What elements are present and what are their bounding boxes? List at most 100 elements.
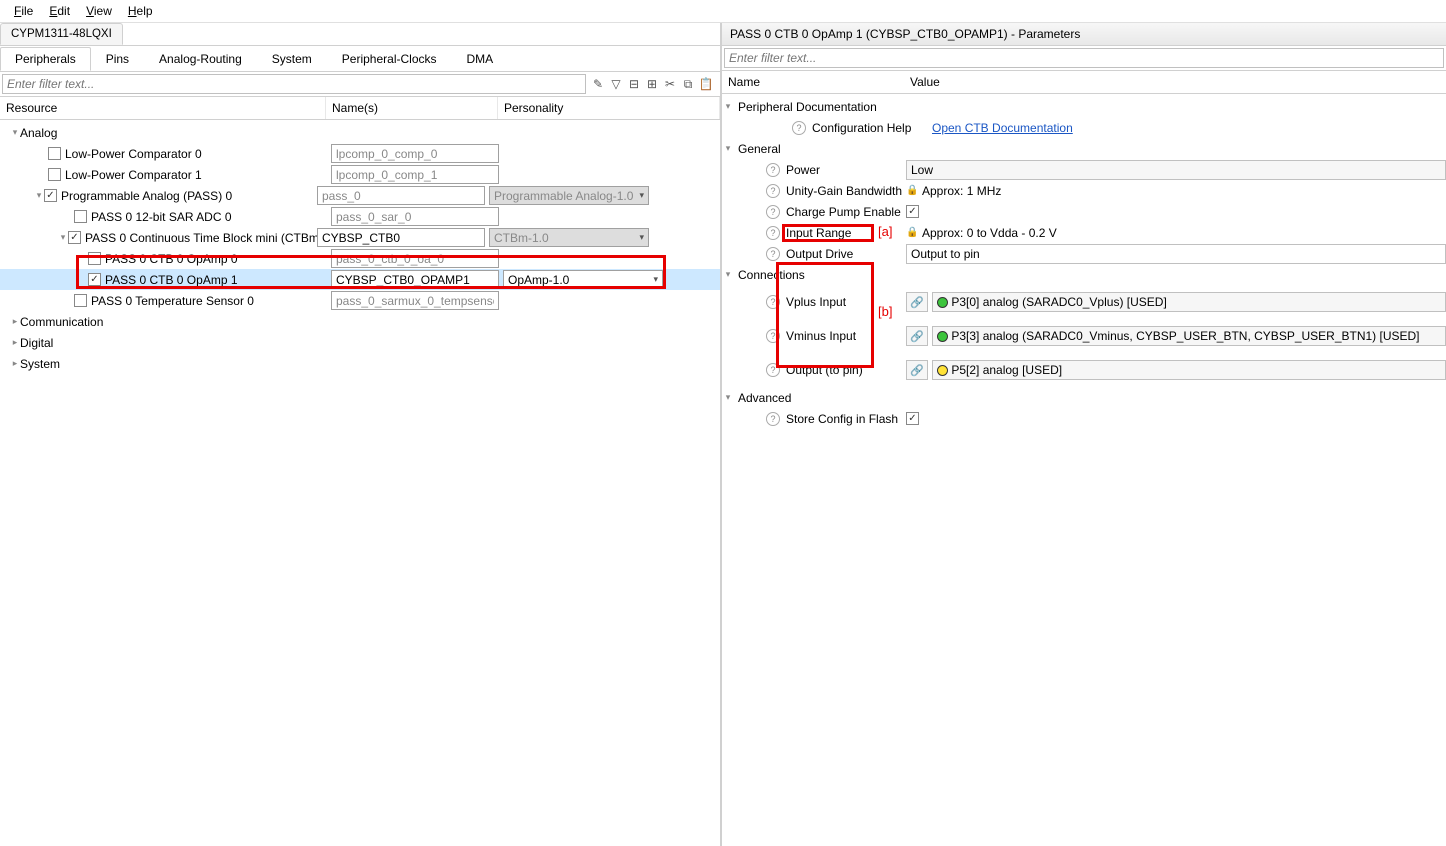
col-param-name[interactable]: Name — [722, 71, 904, 93]
help-icon[interactable]: ? — [766, 163, 780, 177]
help-icon[interactable]: ? — [766, 205, 780, 219]
name-temp[interactable] — [331, 291, 499, 310]
row-storeflash: ? Store Config in Flash — [722, 408, 1446, 429]
name-op1[interactable] — [331, 270, 499, 289]
tab-dma[interactable]: DMA — [452, 47, 509, 71]
pers-pass[interactable]: Programmable Analog-1.0▾ — [489, 186, 649, 205]
col-personality[interactable]: Personality — [498, 97, 720, 119]
lock-icon: 🔒 — [906, 227, 918, 238]
tree-comm[interactable]: ▸Communication — [0, 311, 720, 332]
group-pdoc[interactable]: ▾Peripheral Documentation — [722, 96, 1446, 117]
tree-system[interactable]: ▸System — [0, 353, 720, 374]
status-dot-yellow — [937, 365, 948, 376]
name-lpcomp0[interactable] — [331, 144, 499, 163]
device-tabbar: CYPM1311-48LQXI — [0, 23, 720, 46]
copy-icon[interactable]: ⧉ — [680, 77, 696, 92]
row-chgpump: ? Charge Pump Enable — [722, 201, 1446, 222]
storeflash-checkbox[interactable] — [906, 412, 919, 425]
menu-view[interactable]: View — [78, 2, 120, 20]
params-title: PASS 0 CTB 0 OpAmp 1 (CYBSP_CTB0_OPAMP1)… — [722, 23, 1446, 46]
params-header: Name Value — [722, 71, 1446, 94]
grid-header: Resource Name(s) Personality — [0, 97, 720, 120]
tree-temp[interactable]: PASS 0 Temperature Sensor 0 — [0, 290, 720, 311]
link-icon[interactable]: 🔗 — [906, 360, 928, 380]
checkbox[interactable] — [44, 189, 57, 202]
row-outpin: ? Output (to pin) 🔗 P5[2] analog [USED] — [722, 353, 1446, 387]
row-vplus: ? Vplus Input 🔗 P3[0] analog (SARADC0_Vp… — [722, 285, 1446, 319]
device-tab[interactable]: CYPM1311-48LQXI — [0, 23, 123, 45]
tree-lpcomp0[interactable]: Low-Power Comparator 0 — [0, 143, 720, 164]
subtab-strip: Peripherals Pins Analog-Routing System P… — [0, 46, 720, 72]
outpin-value[interactable]: P5[2] analog [USED] — [932, 360, 1446, 380]
checkbox[interactable] — [68, 231, 81, 244]
edit-icon[interactable]: ✎ — [590, 77, 606, 92]
help-icon[interactable]: ? — [792, 121, 806, 135]
tab-system[interactable]: System — [257, 47, 327, 71]
params-body: ▾Peripheral Documentation ? Configuratio… — [722, 94, 1446, 431]
tree-digital[interactable]: ▸Digital — [0, 332, 720, 353]
tree-pass[interactable]: ▾ Programmable Analog (PASS) 0 Programma… — [0, 185, 720, 206]
tab-analog-routing[interactable]: Analog-Routing — [144, 47, 257, 71]
chgpump-checkbox[interactable] — [906, 205, 919, 218]
tab-pins[interactable]: Pins — [91, 47, 144, 71]
checkbox[interactable] — [74, 210, 87, 223]
checkbox[interactable] — [48, 168, 61, 181]
group-connections[interactable]: ▾Connections — [722, 264, 1446, 285]
vplus-value[interactable]: P3[0] analog (SARADC0_Vplus) [USED] — [932, 292, 1446, 312]
name-ctbm[interactable] — [317, 228, 485, 247]
checkbox[interactable] — [88, 252, 101, 265]
filter-icon[interactable]: ▽ — [608, 77, 624, 92]
tree-sar[interactable]: PASS 0 12-bit SAR ADC 0 — [0, 206, 720, 227]
menu-file[interactable]: FFileile — [6, 2, 41, 20]
col-resource[interactable]: Resource — [0, 97, 326, 119]
menu-edit[interactable]: Edit — [41, 2, 78, 20]
tree-op0[interactable]: PASS 0 CTB 0 OpAmp 0 — [0, 248, 720, 269]
col-param-value[interactable]: Value — [904, 71, 1446, 93]
paste-icon[interactable]: 📋 — [698, 77, 714, 92]
lock-icon: 🔒 — [906, 185, 918, 196]
checkbox[interactable] — [74, 294, 87, 307]
name-sar[interactable] — [331, 207, 499, 226]
cut-icon[interactable]: ✂ — [662, 77, 678, 92]
name-pass[interactable] — [317, 186, 485, 205]
name-op0[interactable] — [331, 249, 499, 268]
power-value[interactable]: Low — [906, 160, 1446, 180]
tab-peripherals[interactable]: Peripherals — [0, 47, 91, 71]
tree-body: ▾Analog Low-Power Comparator 0 Low-Power… — [0, 120, 720, 376]
pers-op1[interactable]: OpAmp-1.0▾ — [503, 270, 663, 289]
group-advanced[interactable]: ▾Advanced — [722, 387, 1446, 408]
expand-icon[interactable]: ⊞ — [644, 77, 660, 92]
link-icon[interactable]: 🔗 — [906, 292, 928, 312]
help-icon[interactable]: ? — [766, 412, 780, 426]
params-filter — [722, 46, 1446, 71]
menu-help[interactable]: Help — [120, 2, 161, 20]
open-ctb-doc-link[interactable]: Open CTB Documentation — [932, 121, 1073, 135]
tree-lpcomp1[interactable]: Low-Power Comparator 1 — [0, 164, 720, 185]
tree-analog[interactable]: ▾Analog — [0, 122, 720, 143]
help-icon[interactable]: ? — [766, 295, 780, 309]
inrange-value: Approx: 0 to Vdda - 0.2 V — [922, 226, 1057, 240]
link-icon[interactable]: 🔗 — [906, 326, 928, 346]
name-lpcomp1[interactable] — [331, 165, 499, 184]
params-filter-input[interactable] — [724, 48, 1444, 68]
tree-op1[interactable]: PASS 0 CTB 0 OpAmp 1 OpAmp-1.0▾ — [0, 269, 720, 290]
help-icon[interactable]: ? — [766, 226, 780, 240]
tab-peripheral-clocks[interactable]: Peripheral-Clocks — [327, 47, 452, 71]
ugbw-value: Approx: 1 MHz — [922, 184, 1001, 198]
help-icon[interactable]: ? — [766, 247, 780, 261]
help-icon[interactable]: ? — [766, 329, 780, 343]
collapse-icon[interactable]: ⊟ — [626, 77, 642, 92]
filter-input[interactable] — [2, 74, 586, 94]
checkbox[interactable] — [48, 147, 61, 160]
outdrv-value[interactable]: Output to pin — [906, 244, 1446, 264]
help-icon[interactable]: ? — [766, 184, 780, 198]
vminus-value[interactable]: P3[3] analog (SARADC0_Vminus, CYBSP_USER… — [932, 326, 1446, 346]
help-icon[interactable]: ? — [766, 363, 780, 377]
group-general[interactable]: ▾General — [722, 138, 1446, 159]
pers-ctbm[interactable]: CTBm-1.0▾ — [489, 228, 649, 247]
filter-row: ✎ ▽ ⊟ ⊞ ✂ ⧉ 📋 — [0, 72, 720, 97]
col-names[interactable]: Name(s) — [326, 97, 498, 119]
tree-ctbm[interactable]: ▾ PASS 0 Continuous Time Block mini (CTB… — [0, 227, 720, 248]
checkbox[interactable] — [88, 273, 101, 286]
row-outdrv: ? Output Drive Output to pin — [722, 243, 1446, 264]
